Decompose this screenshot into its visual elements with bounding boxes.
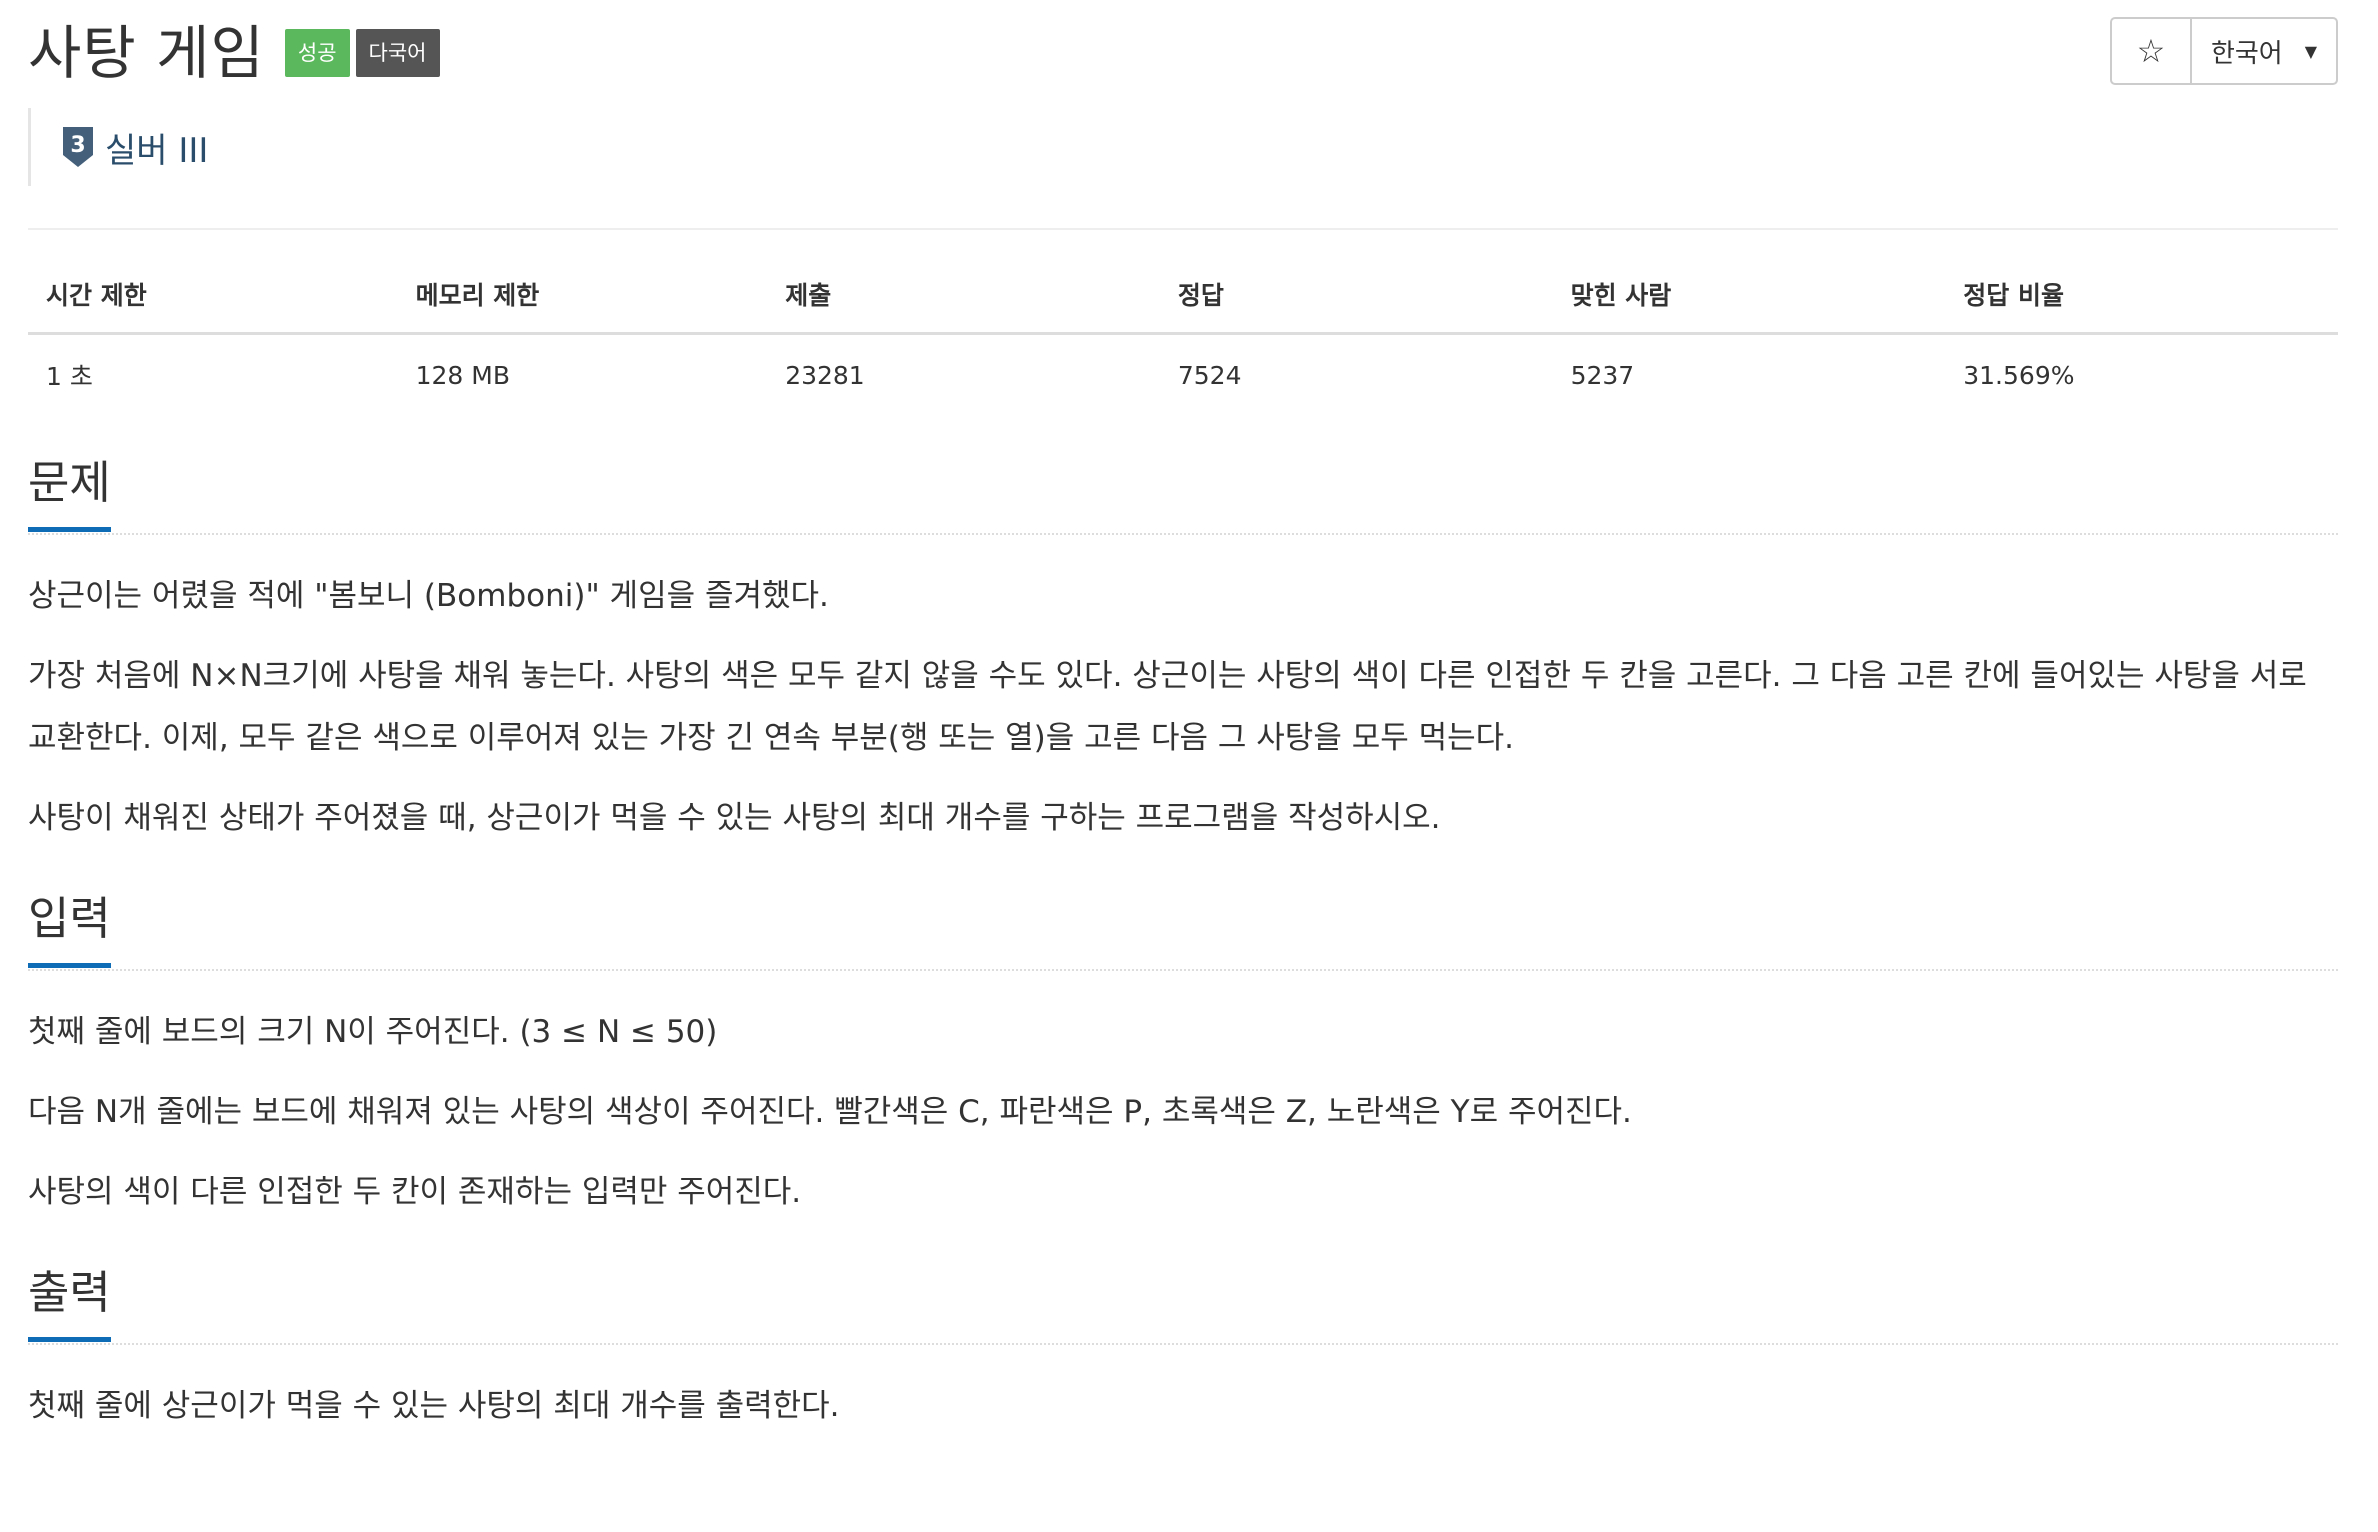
language-label: 한국어 <box>2210 38 2283 69</box>
table-row: 1 초 128 MB 23281 7524 5237 31.569% <box>28 334 2338 414</box>
tier-row: 3 실버 III <box>28 108 2338 186</box>
paragraph: 첫째 줄에 상근이가 먹을 수 있는 사탕의 최대 개수를 출력한다. <box>28 1388 840 1424</box>
paragraph: 상근이는 어렸을 적에 "봄보니 (Bomboni)" 게임을 즐겨했다. <box>28 578 829 614</box>
section-title-description: 문제 <box>28 453 111 532</box>
problem-page: 사탕 게임 성공 다국어 ☆ 한국어 ▼ 3 실버 III 시간 제한 메모리 … <box>28 0 2338 1437</box>
label-multilang: 다국어 <box>355 29 440 77</box>
header-accept-ratio: 정답 비율 <box>1945 276 2338 335</box>
section-title-input: 입력 <box>28 889 111 968</box>
problem-info-table: 시간 제한 메모리 제한 제출 정답 맞힌 사람 정답 비율 1 초 128 M… <box>28 276 2338 413</box>
problem-title: 사탕 게임 <box>28 19 265 87</box>
table-header-row: 시간 제한 메모리 제한 제출 정답 맞힌 사람 정답 비율 <box>28 276 2338 335</box>
section-head: 입력 <box>28 889 2338 971</box>
tier-link[interactable]: 실버 III <box>105 123 208 172</box>
problem-header: 사탕 게임 성공 다국어 ☆ 한국어 ▼ <box>28 0 2338 100</box>
paragraph: 사탕의 색이 다른 인접한 두 칸이 존재하는 입력만 주어진다. <box>28 1174 802 1210</box>
section-input: 입력 첫째 줄에 보드의 크기 N이 주어진다. (3 ≤ N ≤ 50) 다음… <box>28 889 2338 1223</box>
section-head: 문제 <box>28 453 2338 535</box>
value-submissions[interactable]: 23281 <box>767 334 1160 414</box>
language-dropdown[interactable]: 한국어 ▼ <box>2192 19 2336 83</box>
description-body: 상근이는 어렸을 적에 "봄보니 (Bomboni)" 게임을 즐겨했다. 가장… <box>28 535 2338 849</box>
header-solved-users: 맞힌 사람 <box>1552 276 1946 335</box>
section-output: 출력 첫째 줄에 상근이가 먹을 수 있는 사탕의 최대 개수를 출력한다. <box>28 1263 2338 1437</box>
title-row: 사탕 게임 성공 다국어 <box>28 18 440 88</box>
section-head: 출력 <box>28 1263 2338 1345</box>
star-icon: ☆ <box>2136 32 2166 70</box>
label-success: 성공 <box>284 29 350 77</box>
paragraph: 다음 N개 줄에는 보드에 채워져 있는 사탕의 색상이 주어진다. 빨간색은 … <box>28 1094 1632 1130</box>
top-controls: ☆ 한국어 ▼ <box>2110 17 2338 85</box>
value-accept-ratio: 31.569% <box>1963 360 2075 390</box>
header-accepted: 정답 <box>1159 276 1553 335</box>
value-solved-users[interactable]: 5237 <box>1553 334 1946 414</box>
value-time-limit: 1 초 <box>46 362 93 391</box>
caret-down-icon: ▼ <box>2304 41 2318 61</box>
svg-text:3: 3 <box>70 133 85 158</box>
paragraph: 가장 처음에 N×N크기에 사탕을 채워 놓는다. 사탕의 색은 모두 같지 않… <box>28 658 2307 756</box>
section-description: 문제 상근이는 어렸을 적에 "봄보니 (Bomboni)" 게임을 즐겨했다.… <box>28 453 2338 849</box>
section-title-output: 출력 <box>28 1263 111 1342</box>
paragraph: 첫째 줄에 보드의 크기 N이 주어진다. (3 ≤ N ≤ 50) <box>28 1014 718 1050</box>
output-body: 첫째 줄에 상근이가 먹을 수 있는 사탕의 최대 개수를 출력한다. <box>28 1345 2338 1437</box>
header-memory-limit: 메모리 제한 <box>397 276 768 335</box>
value-accepted[interactable]: 7524 <box>1160 334 1553 414</box>
tier-badge-icon: 3 <box>63 127 93 167</box>
paragraph: 사탕이 채워진 상태가 주어졌을 때, 상근이가 먹을 수 있는 사탕의 최대 … <box>28 800 1441 836</box>
value-memory-limit: 128 MB <box>415 360 510 390</box>
divider <box>28 228 2338 230</box>
favorite-button[interactable]: ☆ <box>2112 19 2192 83</box>
input-body: 첫째 줄에 보드의 크기 N이 주어진다. (3 ≤ N ≤ 50) 다음 N개… <box>28 971 2338 1223</box>
header-time-limit: 시간 제한 <box>28 276 398 335</box>
header-submissions: 제출 <box>767 276 1160 335</box>
